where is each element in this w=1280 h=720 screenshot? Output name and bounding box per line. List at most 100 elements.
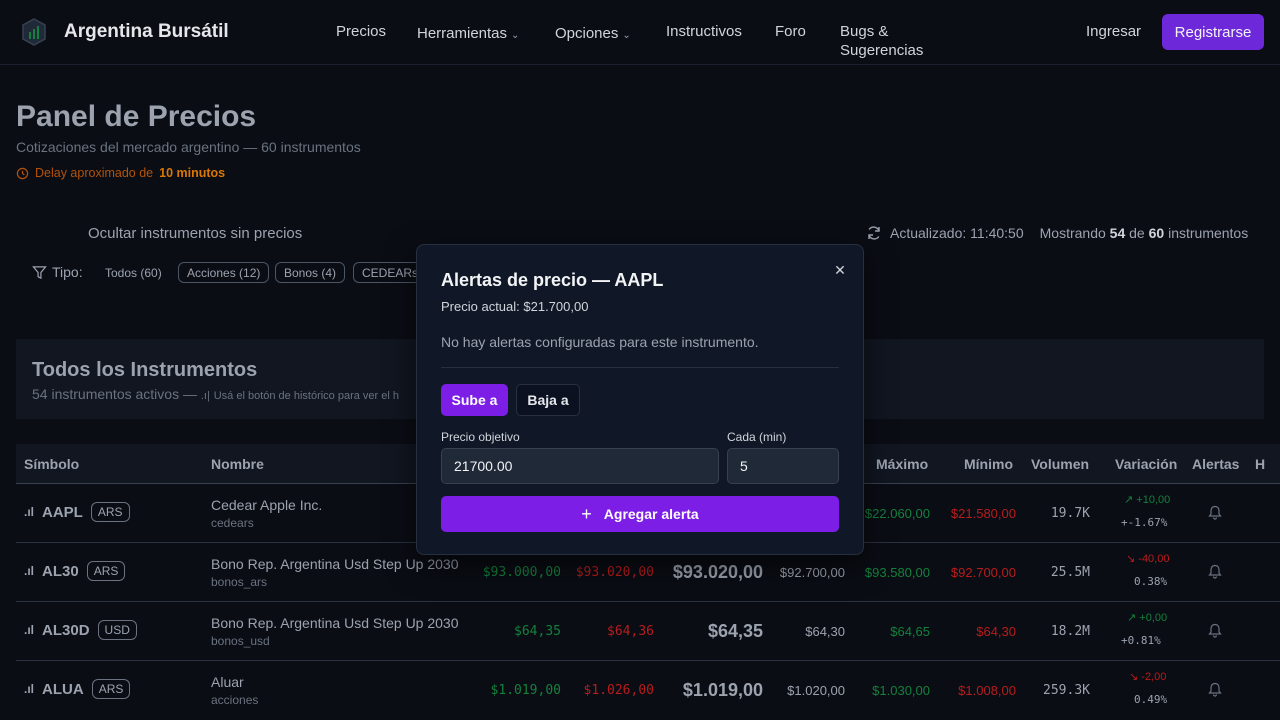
close-icon[interactable]: ✕ bbox=[831, 261, 849, 279]
price-alert-modal: Alertas de precio — AAPL ✕ Precio actual… bbox=[416, 244, 864, 555]
currency-badge: USD bbox=[97, 620, 137, 640]
currency-badge: ARS bbox=[90, 502, 130, 522]
chip-cedears[interactable]: CEDEARs bbox=[353, 262, 417, 283]
col-variation[interactable]: Variación bbox=[1115, 456, 1177, 472]
chart-bars-icon[interactable]: .ıl bbox=[24, 505, 34, 519]
chip-bonos[interactable]: Bonos (4) bbox=[275, 262, 346, 283]
nav-instructivos[interactable]: Instructivos bbox=[666, 22, 742, 41]
symbol-cell[interactable]: .ıl AL30 ARS bbox=[24, 561, 126, 581]
chevron-down-icon: ⌄ bbox=[511, 30, 520, 41]
nav-bugs-line1: Bugs & bbox=[840, 23, 889, 40]
last-price: $64,35 bbox=[707, 621, 763, 641]
divider bbox=[441, 367, 839, 368]
instrument-category: bonos_usd bbox=[211, 634, 270, 648]
card-hint: Usá el botón de histórico para ver el h bbox=[213, 390, 400, 402]
chip-todos[interactable]: Todos (60) bbox=[96, 262, 171, 283]
ask-price: $1.026,00 bbox=[583, 683, 654, 698]
bell-icon[interactable] bbox=[1208, 564, 1222, 584]
chart-bars-icon[interactable]: .ıl bbox=[24, 682, 34, 696]
col-volume[interactable]: Volumen bbox=[1031, 456, 1089, 472]
ask-price: $93.020,00 bbox=[575, 565, 654, 580]
max-price: $93.580,00 bbox=[864, 565, 930, 580]
variation-abs-text: -2,00 bbox=[1141, 671, 1167, 683]
nav-opciones[interactable]: Opciones ⌄ bbox=[555, 24, 631, 45]
showing-suffix: instrumentos bbox=[1168, 225, 1249, 241]
navbar: Argentina Bursátil Precios Herramientas ⌄… bbox=[0, 0, 1280, 65]
symbol-text: ALUA bbox=[42, 680, 84, 698]
showing-number: 54 bbox=[1109, 225, 1126, 241]
instrument-name: Aluar bbox=[211, 674, 244, 690]
variation-pct: +-1.67% bbox=[1121, 516, 1168, 529]
volume: 18.2M bbox=[1050, 624, 1090, 639]
plus-icon: + bbox=[581, 503, 592, 524]
add-alert-button[interactable]: + Agregar alerta bbox=[441, 496, 839, 532]
register-button[interactable]: Registrarse bbox=[1162, 14, 1264, 50]
col-symbol[interactable]: Símbolo bbox=[24, 456, 79, 472]
tab-falls-to[interactable]: Baja a bbox=[516, 384, 580, 416]
chip-acciones[interactable]: Acciones (12) bbox=[178, 262, 270, 283]
instrument-category: acciones bbox=[211, 693, 259, 707]
min-price: $64,30 bbox=[976, 624, 1016, 639]
logo-icon[interactable] bbox=[22, 18, 46, 46]
variation-pct: 0.49% bbox=[1134, 693, 1168, 706]
nav-foro[interactable]: Foro bbox=[775, 22, 806, 41]
chart-bars-icon: .ı| bbox=[200, 390, 210, 402]
clock-icon bbox=[16, 167, 29, 179]
chart-bars-icon[interactable]: .ıl bbox=[24, 564, 34, 578]
card-subtitle: 54 instrumentos activos — .ı| Usá el bot… bbox=[32, 386, 432, 402]
col-name[interactable]: Nombre bbox=[211, 456, 264, 472]
instrument-name: Bono Rep. Argentina Usd Step Up 2030 bbox=[211, 615, 459, 631]
min-price: $1.008,00 bbox=[958, 683, 1016, 698]
col-min[interactable]: Mínimo bbox=[964, 456, 1013, 472]
add-alert-label: Agregar alerta bbox=[603, 506, 699, 522]
instrument-name: Cedear Apple Inc. bbox=[211, 497, 323, 513]
delay-notice: Delay aproximado de 10 minutos bbox=[16, 166, 225, 180]
min-price: $21.580,00 bbox=[950, 506, 1016, 521]
showing-prefix: Mostrando bbox=[1039, 225, 1106, 241]
tab-rises-to[interactable]: Sube a bbox=[441, 384, 508, 416]
showing-of: de bbox=[1129, 225, 1145, 241]
col-alerts: Alertas bbox=[1192, 456, 1240, 472]
max-price: $64,65 bbox=[890, 624, 930, 639]
last-price: $1.019,00 bbox=[682, 680, 763, 700]
refresh-icon[interactable] bbox=[866, 225, 882, 241]
bell-icon[interactable] bbox=[1208, 505, 1222, 525]
updated-time: Actualizado: 11:40:50 bbox=[890, 225, 1024, 241]
nav-opciones-label: Opciones bbox=[555, 25, 619, 42]
trend-down-icon: ↘ bbox=[1129, 671, 1142, 683]
bell-icon[interactable] bbox=[1208, 682, 1222, 702]
trend-down-icon: ↘ bbox=[1126, 553, 1139, 565]
instrument-category: bonos_ars bbox=[211, 575, 268, 589]
variation-pct: 0.38% bbox=[1134, 575, 1168, 588]
min-price: $92.700,00 bbox=[950, 565, 1016, 580]
tipo-text: Tipo: bbox=[52, 264, 83, 280]
hide-no-price-toggle[interactable]: Ocultar instrumentos sin precios bbox=[88, 225, 302, 242]
showing-total: 60 bbox=[1148, 225, 1165, 241]
current-price: Precio actual: $21.700,00 bbox=[441, 299, 589, 314]
close-price: $92.700,00 bbox=[779, 565, 845, 580]
nav-herramientas[interactable]: Herramientas ⌄ bbox=[417, 24, 519, 45]
bid-price: $93.000,00 bbox=[482, 565, 561, 580]
symbol-cell[interactable]: .ıl AL30D USD bbox=[24, 620, 137, 640]
delay-value: 10 minutos bbox=[159, 166, 226, 180]
symbol-cell[interactable]: .ıl ALUA ARS bbox=[24, 679, 131, 699]
brand-name[interactable]: Argentina Bursátil bbox=[64, 21, 229, 43]
max-price: $22.060,00 bbox=[864, 506, 930, 521]
currency-badge: ARS bbox=[86, 561, 126, 581]
last-price: $93.020,00 bbox=[672, 562, 763, 582]
target-price-label: Precio objetivo bbox=[441, 430, 520, 444]
card-title: Todos los Instrumentos bbox=[32, 359, 258, 381]
nav-bugs-sugerencias[interactable]: Bugs & Sugerencias bbox=[840, 22, 923, 60]
interval-input[interactable] bbox=[727, 448, 839, 484]
symbol-text: AL30D bbox=[42, 621, 90, 639]
bell-icon[interactable] bbox=[1208, 623, 1222, 643]
col-max[interactable]: Máximo bbox=[876, 456, 928, 472]
chart-bars-icon[interactable]: .ıl bbox=[24, 623, 34, 637]
nav-precios[interactable]: Precios bbox=[336, 22, 386, 41]
login-button[interactable]: Ingresar bbox=[1086, 23, 1141, 40]
target-price-input[interactable] bbox=[441, 448, 719, 484]
interval-label: Cada (min) bbox=[727, 430, 787, 444]
volume: 259.3K bbox=[1043, 683, 1090, 698]
symbol-text: AL30 bbox=[42, 562, 79, 580]
symbol-cell[interactable]: .ıl AAPL ARS bbox=[24, 502, 130, 522]
